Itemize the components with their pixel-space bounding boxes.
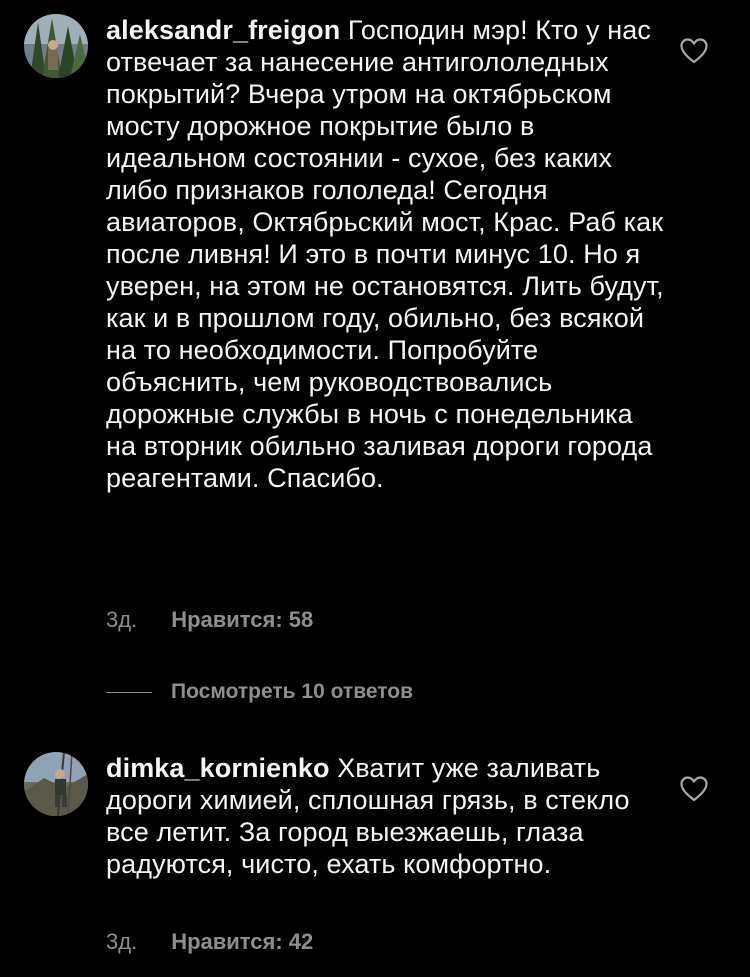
comment-likes-count[interactable]: Нравится: 58 <box>171 607 313 633</box>
comment-text: aleksandr_freigon Господин мэр! Кто у на… <box>106 14 666 494</box>
like-heart-icon[interactable] <box>680 38 708 64</box>
comment-body: Господин мэр! Кто у нас отвечает за нане… <box>106 15 664 493</box>
user-avatar[interactable] <box>24 752 88 816</box>
comment-timestamp: 3д. <box>106 929 138 954</box>
comment-meta: 3д. Нравится: 58 <box>106 607 313 633</box>
comment-likes-count[interactable]: Нравится: 42 <box>171 929 313 955</box>
comment-timestamp: 3д. <box>106 607 138 632</box>
comment-username[interactable]: dimka_kornienko <box>106 753 330 783</box>
user-avatar[interactable] <box>24 14 88 78</box>
view-replies-button[interactable]: Посмотреть 10 ответов <box>106 680 413 704</box>
comment-username[interactable]: aleksandr_freigon <box>106 15 340 45</box>
replies-divider-line <box>106 691 152 693</box>
avatar-forest-icon <box>24 14 88 78</box>
view-replies-label: Посмотреть 10 ответов <box>171 680 413 703</box>
avatar-climber-icon <box>24 752 88 816</box>
like-heart-icon[interactable] <box>680 776 708 802</box>
comment-text: dimka_kornienko Хватит уже заливать доро… <box>106 752 666 880</box>
comment-meta: 3д. Нравится: 42 <box>106 929 313 955</box>
